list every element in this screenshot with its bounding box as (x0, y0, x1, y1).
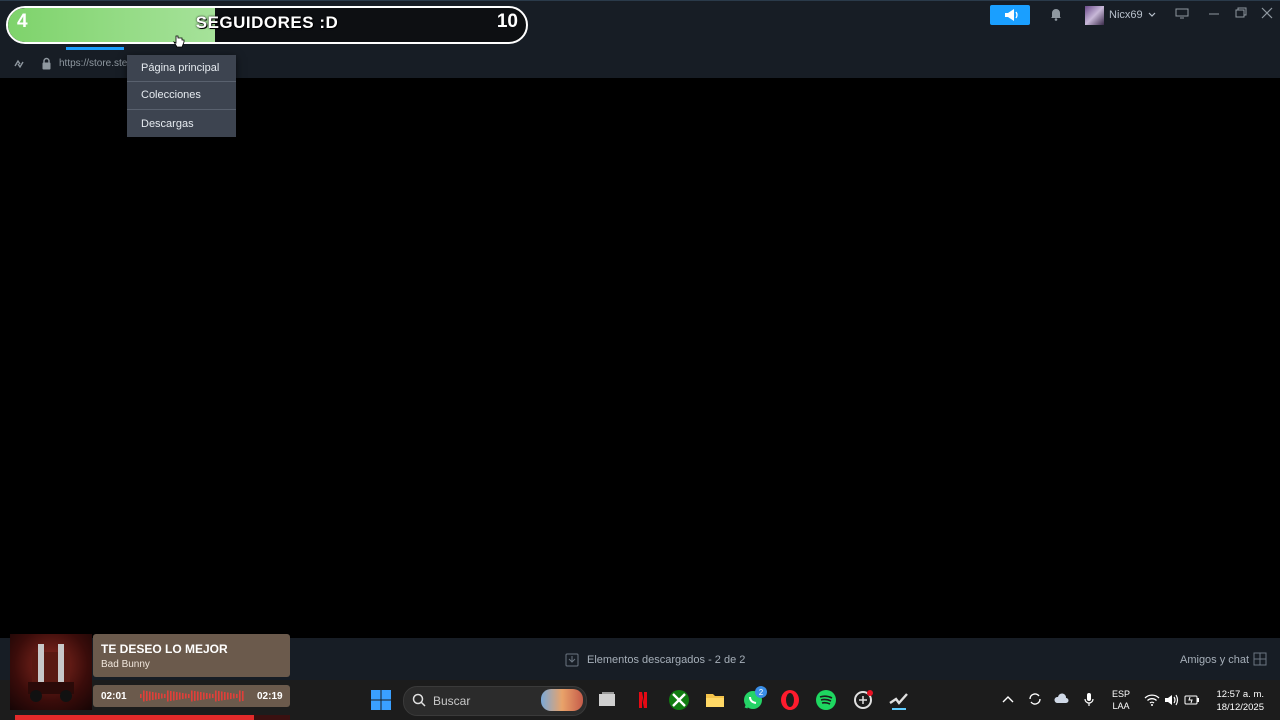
chat-grid-icon[interactable] (1253, 652, 1267, 666)
friends-chat-button[interactable]: Amigos y chat (1180, 654, 1249, 666)
download-icon[interactable] (565, 653, 579, 667)
spotify-icon[interactable] (815, 689, 837, 711)
waveform-bar (164, 694, 166, 698)
waveform-bar (149, 691, 151, 701)
waveform-bar (218, 691, 220, 701)
waveform-bar (209, 693, 211, 699)
account-name: Nicx69 (1109, 9, 1143, 21)
waveform-bar (236, 694, 238, 698)
waveform-bar (185, 693, 187, 699)
notifications-bell-icon[interactable] (1048, 6, 1064, 22)
waveform-bar (161, 693, 163, 699)
waveform-bar (200, 692, 202, 700)
waveform-bar (239, 690, 241, 702)
waveform-bar (242, 691, 244, 701)
waveform-bar (191, 690, 193, 702)
language-line2: LAA (1112, 701, 1130, 711)
menu-item-downloads[interactable]: Descargas (141, 118, 194, 130)
waveform-bar (155, 692, 157, 700)
big-picture-icon[interactable] (1173, 6, 1191, 20)
search-highlight-image (541, 689, 583, 711)
waveform-bar (203, 692, 205, 700)
whatsapp-badge: 2 (755, 686, 767, 698)
minimize-icon[interactable] (1205, 6, 1223, 20)
onedrive-icon[interactable] (1054, 691, 1070, 707)
library-dropdown: Página principal Colecciones Descargas (127, 55, 236, 137)
steam-icon[interactable] (888, 689, 910, 711)
restore-icon[interactable] (1232, 6, 1250, 20)
mic-icon[interactable] (1081, 691, 1097, 707)
waveform-bar (227, 692, 229, 700)
language-indicator[interactable]: ESP LAA (1112, 688, 1130, 712)
waveform-bar (143, 690, 145, 702)
header-divider (0, 0, 1280, 1)
account-menu[interactable]: Nicx69 (1085, 5, 1156, 25)
folder-icon[interactable] (704, 689, 726, 711)
follower-goal-title: SEGUIDORES :D (195, 13, 339, 32)
waveform-bar (224, 692, 226, 700)
waveform-bar (146, 691, 148, 701)
audio-waveform (140, 690, 244, 702)
album-art (10, 634, 92, 710)
song-progress-fill (15, 715, 255, 720)
chatgpt-icon[interactable] (852, 689, 874, 711)
close-icon[interactable] (1258, 6, 1276, 20)
menu-divider (127, 81, 236, 82)
waveform-bar (176, 692, 178, 700)
xbox-icon[interactable] (668, 689, 690, 711)
chevron-down-icon (1148, 12, 1156, 17)
url-text[interactable]: https://store.ste (59, 58, 127, 69)
song-artist: Bad Bunny (101, 659, 150, 670)
follower-goal-bar: 4 SEGUIDORES :D 10 (6, 6, 528, 44)
waveform-bar (188, 694, 190, 698)
reload-icon[interactable] (12, 58, 26, 70)
waveform-bar (158, 693, 160, 699)
download-status[interactable]: Elementos descargados - 2 de 2 (587, 654, 745, 666)
mouse-cursor-icon (172, 34, 186, 50)
language-line1: ESP (1112, 689, 1131, 699)
waveform-bar (215, 690, 217, 702)
opera-icon[interactable] (779, 689, 801, 711)
follower-goal: 10 (496, 11, 518, 32)
menu-item-collections[interactable]: Colecciones (141, 89, 201, 101)
wifi-icon[interactable] (1144, 692, 1160, 708)
task-view-icon[interactable] (596, 689, 618, 711)
chevron-up-icon[interactable] (1000, 692, 1016, 708)
waveform-bar (206, 693, 208, 699)
announcements-button[interactable] (990, 5, 1030, 25)
song-title: TE DESEO LO MEJOR (101, 642, 228, 656)
waveform-bar (140, 694, 142, 698)
waveform-bar (230, 693, 232, 699)
waveform-bar (221, 691, 223, 701)
waveform-bar (170, 691, 172, 701)
waveform-bar (152, 692, 154, 700)
waveform-bar (212, 694, 214, 698)
search-icon (412, 693, 426, 707)
avatar (1085, 5, 1104, 25)
battery-icon[interactable] (1184, 692, 1200, 708)
song-progress-bar (15, 715, 290, 720)
waveform-bar (233, 693, 235, 699)
taskbar-clock[interactable]: 12:57 a. m. 18/12/2025 (1206, 688, 1264, 714)
menu-divider (127, 109, 236, 110)
waveform-bar (173, 691, 175, 701)
volume-icon[interactable] (1163, 692, 1179, 708)
time-elapsed: 02:01 (101, 691, 127, 702)
lock-icon (41, 57, 52, 70)
clock-time: 12:57 a. m. (1216, 689, 1264, 700)
windows-start-icon[interactable] (370, 689, 392, 711)
time-total: 02:19 (257, 691, 283, 702)
waveform-bar (167, 690, 169, 702)
waveform-bar (197, 691, 199, 701)
waveform-bar (194, 691, 196, 701)
menu-item-home[interactable]: Página principal (141, 62, 219, 74)
search-placeholder: Buscar (433, 694, 471, 708)
clock-date: 18/12/2025 (1216, 702, 1264, 713)
waveform-bar (179, 692, 181, 700)
waveform-bar (182, 693, 184, 699)
sync-icon[interactable] (1027, 691, 1043, 707)
netflix-icon[interactable] (632, 689, 654, 711)
